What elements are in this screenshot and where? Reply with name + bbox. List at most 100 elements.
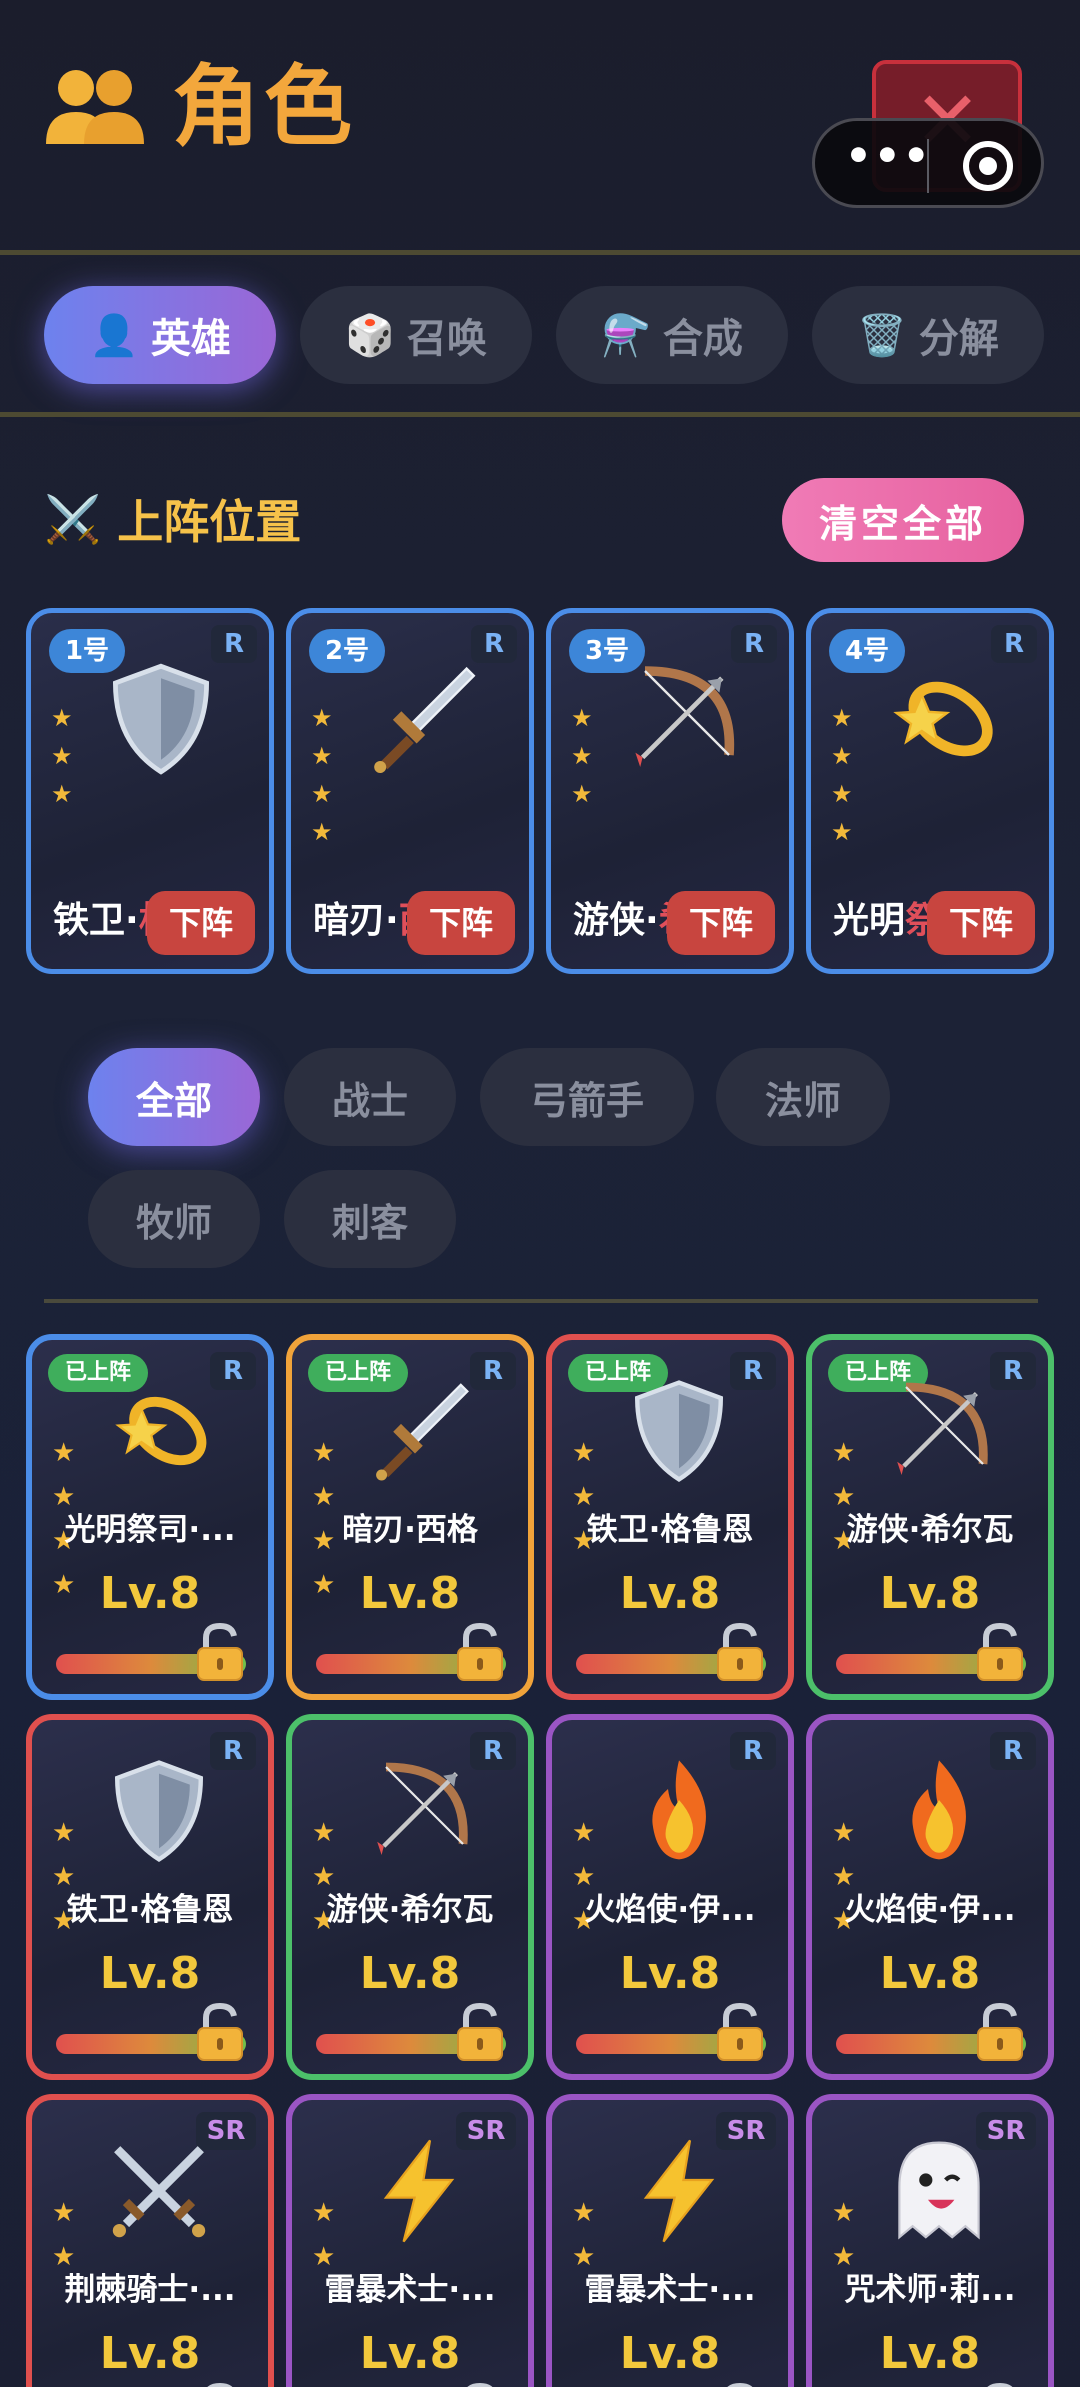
rarity-badge: R: [470, 1352, 516, 1390]
unlock-icon[interactable]: [712, 2002, 768, 2062]
star-icon: ★: [832, 1438, 856, 1468]
flask-icon: ⚗️: [601, 312, 651, 359]
trash-icon: 🗑️: [857, 312, 907, 359]
tab-label: 召唤: [406, 316, 487, 362]
unlock-icon[interactable]: [712, 2382, 768, 2387]
hero-card[interactable]: 已上阵 R ★ ★ ★ ★ 暗刃·西格 Lv.8: [286, 1334, 534, 1700]
hero-name: 铁卫·格鲁恩: [586, 1512, 754, 1548]
lineup-slot[interactable]: 1号 R ★ ★ ★ 铁卫·格 下阵: [26, 608, 274, 974]
hero-level: Lv.8: [879, 2328, 981, 2379]
hero-card[interactable]: 已上阵 R ★ ★ ★ 铁卫·格鲁恩 Lv.8: [546, 1334, 794, 1700]
unlock-icon[interactable]: [972, 2002, 1028, 2062]
capsule-divider: [927, 139, 929, 193]
hero-card[interactable]: SR ★ ★ 雷暴术士·... Lv.8: [546, 2094, 794, 2387]
filter-assassin[interactable]: 刺客: [284, 1170, 456, 1268]
hero-card[interactable]: SR ★ ★ 咒术师·莉... Lv.8: [806, 2094, 1054, 2387]
star-icon: ★: [311, 742, 333, 770]
rarity-badge: R: [731, 625, 777, 663]
star-icon: ★: [52, 1818, 76, 1848]
star-icon: ★: [51, 780, 73, 808]
hero-card[interactable]: SR ★ ★ 雷暴术士·... Lv.8: [286, 2094, 534, 2387]
star-rating: ★ ★ ★ ★: [311, 705, 333, 845]
filter-mage[interactable]: 法师: [716, 1048, 890, 1146]
unlock-icon[interactable]: [192, 1622, 248, 1682]
star-rating: ★ ★: [572, 2200, 595, 2270]
hero-card[interactable]: 已上阵 R ★ ★ ★ ★ 光明祭司·... Lv.8: [26, 1334, 274, 1700]
star-icon: ★: [311, 704, 333, 732]
filter-archer[interactable]: 弓箭手: [480, 1048, 694, 1146]
lineup-slot[interactable]: 2号 R ★ ★ ★ ★ 暗刃·西格 下阵: [286, 608, 534, 974]
star-icon: ★: [832, 2198, 856, 2228]
clear-all-button[interactable]: 清空全部: [782, 478, 1024, 562]
rarity-badge: R: [471, 625, 517, 663]
hero-name: 铁卫·格鲁恩: [66, 1892, 234, 1928]
shield-icon: [112, 663, 210, 775]
hero-card[interactable]: SR ★ ★ 荆棘骑士·... Lv.8: [26, 2094, 274, 2387]
hero-level: Lv.8: [99, 1568, 201, 1619]
filter-all[interactable]: 全部: [88, 1048, 260, 1146]
dagger-icon: [374, 666, 476, 773]
star-icon: ★: [311, 818, 333, 846]
shooting-star-icon: [115, 1396, 207, 1466]
hero-name: 雷暴术士·...: [584, 2272, 756, 2308]
unlock-icon[interactable]: [452, 2382, 508, 2387]
fire-icon: [652, 1760, 706, 1860]
unlock-icon[interactable]: [712, 1622, 768, 1682]
star-icon: ★: [51, 704, 73, 732]
exit-icon[interactable]: [963, 141, 1013, 191]
tab-combine[interactable]: ⚗️ 合成: [556, 286, 788, 384]
unlock-icon[interactable]: [972, 1622, 1028, 1682]
hero-card[interactable]: R ★ ★ ★ 游侠·希尔瓦 Lv.8: [286, 1714, 534, 2080]
star-rating: ★ ★: [52, 2200, 75, 2270]
hero-level: Lv.8: [879, 1568, 981, 1619]
lineup-slot[interactable]: 4号 R ★ ★ ★ ★ 光明祭司 下阵: [806, 608, 1054, 974]
star-rating: ★ ★ ★ ★: [831, 705, 853, 845]
mini-program-capsule: •••: [812, 118, 1044, 208]
star-icon: ★: [831, 704, 853, 732]
filter-warrior[interactable]: 战士: [284, 1048, 456, 1146]
remove-from-lineup-button[interactable]: 下阵: [667, 891, 775, 955]
star-icon: ★: [311, 780, 333, 808]
crossed-swords-icon: [112, 2146, 206, 2238]
lineup-slot[interactable]: 3号 R ★ ★ ★ 游侠·希 下阵: [546, 608, 794, 974]
remove-from-lineup-button[interactable]: 下阵: [147, 891, 255, 955]
star-icon: ★: [312, 1438, 336, 1468]
header: 角色 ✕ •••: [0, 0, 1080, 250]
unlock-icon[interactable]: [972, 2382, 1028, 2387]
star-icon: ★: [571, 704, 593, 732]
hero-card[interactable]: 已上阵 R ★ ★ ★ 游侠·希尔瓦 Lv.8: [806, 1334, 1054, 1700]
tab-summon[interactable]: 🎲 召唤: [300, 286, 532, 384]
hero-card[interactable]: R ★ ★ ★ 火焰使·伊... Lv.8: [546, 1714, 794, 2080]
hero-name: 荆棘骑士·...: [64, 2272, 236, 2308]
star-icon: ★: [312, 1818, 336, 1848]
unlock-icon[interactable]: [192, 2382, 248, 2387]
star-icon: ★: [571, 742, 593, 770]
unlock-icon[interactable]: [452, 2002, 508, 2062]
tab-label: 分解: [918, 316, 999, 362]
lineup-heading: ⚔️ 上阵位置: [44, 486, 301, 552]
star-icon: ★: [51, 742, 73, 770]
remove-from-lineup-button[interactable]: 下阵: [927, 891, 1035, 955]
divider: [0, 250, 1080, 255]
star-icon: ★: [572, 2198, 596, 2228]
unlock-icon[interactable]: [452, 1622, 508, 1682]
bow-icon: [635, 666, 735, 767]
hero-card[interactable]: R ★ ★ ★ 火焰使·伊... Lv.8: [806, 1714, 1054, 2080]
shield-icon: [634, 1380, 724, 1483]
tab-label: 英雄: [150, 316, 231, 362]
tab-decompose[interactable]: 🗑️ 分解: [812, 286, 1044, 384]
star-icon: ★: [572, 1438, 596, 1468]
rarity-badge: R: [470, 1732, 516, 1770]
rarity-badge: R: [991, 625, 1037, 663]
rarity-badge: R: [210, 1732, 256, 1770]
star-rating: ★ ★: [312, 2200, 335, 2270]
tab-hero[interactable]: 👤 英雄: [44, 286, 276, 384]
bow-icon: [897, 1382, 988, 1475]
hero-card[interactable]: R ★ ★ ★ 铁卫·格鲁恩 Lv.8: [26, 1714, 274, 2080]
filter-priest[interactable]: 牧师: [88, 1170, 260, 1268]
remove-from-lineup-button[interactable]: 下阵: [407, 891, 515, 955]
star-icon: ★: [52, 2198, 76, 2228]
lightning-icon: [643, 2139, 715, 2243]
unlock-icon[interactable]: [192, 2002, 248, 2062]
more-icon[interactable]: •••: [845, 131, 932, 180]
